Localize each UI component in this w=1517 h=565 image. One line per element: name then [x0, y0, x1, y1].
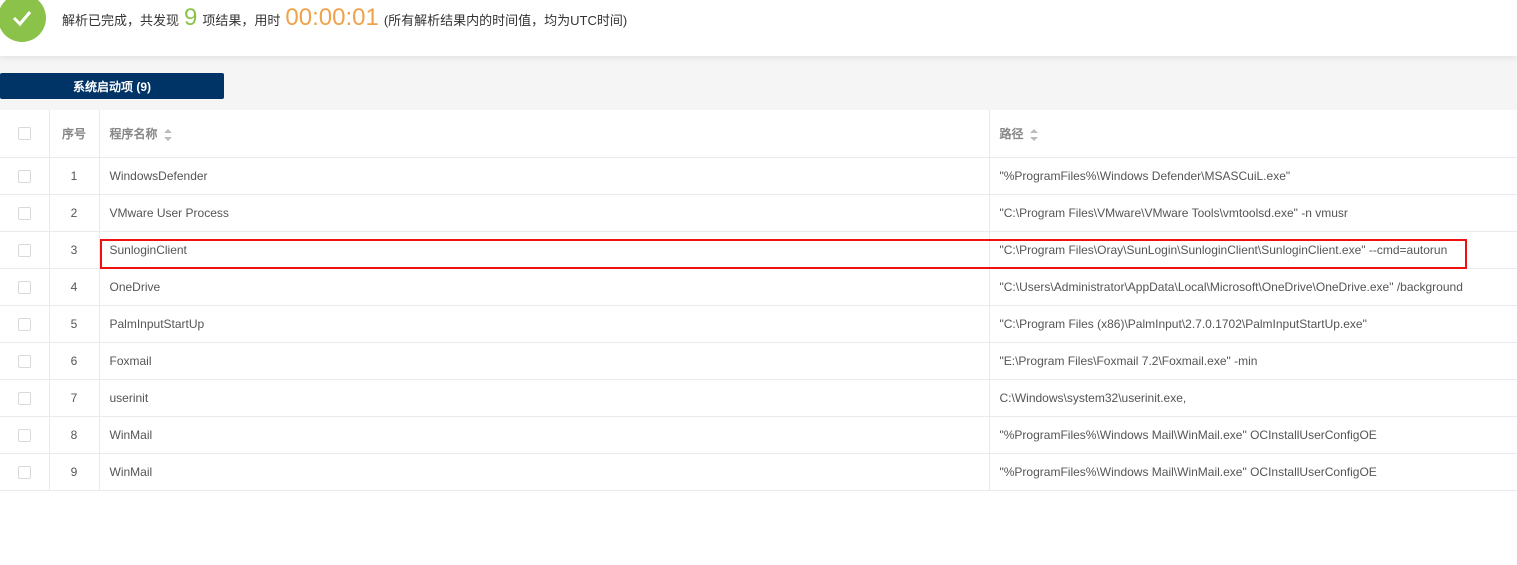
select-all-checkbox[interactable]	[17, 127, 31, 141]
header-index: 序号	[49, 110, 100, 158]
tab-bar: 系统启动项 (9)	[0, 56, 1517, 110]
row-checkbox[interactable]	[17, 169, 31, 183]
row-path: "C:\Users\Administrator\AppData\Local\Mi…	[989, 268, 1517, 306]
header-path[interactable]: 路径	[989, 110, 1517, 158]
table-header-row: 序号 程序名称 路径	[0, 110, 1517, 158]
row-index: 6	[49, 342, 100, 380]
row-checkbox[interactable]	[17, 243, 31, 257]
row-index: 8	[49, 416, 100, 454]
row-path: "%ProgramFiles%\Windows Defender\MSASCui…	[989, 157, 1517, 195]
row-name: WindowsDefender	[99, 157, 990, 195]
table-row[interactable]: 3 SunloginClient "C:\Program Files\Oray\…	[0, 231, 1517, 269]
header-path-label: 路径	[999, 126, 1024, 141]
row-index: 5	[49, 305, 100, 343]
row-path: "%ProgramFiles%\Windows Mail\WinMail.exe…	[989, 416, 1517, 454]
row-checkbox[interactable]	[17, 206, 31, 220]
row-name: WinMail	[99, 453, 990, 491]
table-row[interactable]: 8 WinMail "%ProgramFiles%\Windows Mail\W…	[0, 416, 1517, 454]
row-path: "C:\Program Files\VMware\VMware Tools\vm…	[989, 194, 1517, 232]
row-index: 1	[49, 157, 100, 195]
row-name: OneDrive	[99, 268, 990, 306]
row-index: 7	[49, 379, 100, 417]
row-name: userinit	[99, 379, 990, 417]
table-row[interactable]: 6 Foxmail "E:\Program Files\Foxmail 7.2\…	[0, 342, 1517, 380]
row-index: 4	[49, 268, 100, 306]
sort-icon[interactable]	[1029, 128, 1038, 141]
row-path: "C:\Program Files\Oray\SunLogin\Sunlogin…	[989, 231, 1517, 269]
header-name-label: 程序名称	[109, 126, 158, 141]
status-prefix: 解析已完成，共发现	[62, 13, 180, 28]
status-mid: 项结果，用时	[202, 13, 281, 28]
row-checkbox[interactable]	[17, 465, 31, 479]
row-checkbox[interactable]	[17, 280, 31, 294]
table-row[interactable]: 1 WindowsDefender "%ProgramFiles%\Window…	[0, 157, 1517, 195]
row-index: 3	[49, 231, 100, 269]
row-path: "%ProgramFiles%\Windows Mail\WinMail.exe…	[989, 453, 1517, 491]
table-row[interactable]: 7 userinit C:\Windows\system32\userinit.…	[0, 379, 1517, 417]
row-checkbox[interactable]	[17, 428, 31, 442]
check-icon	[0, 0, 46, 42]
row-index: 9	[49, 453, 100, 491]
row-path: "C:\Program Files (x86)\PalmInput\2.7.0.…	[989, 305, 1517, 343]
result-count: 9	[184, 4, 198, 31]
row-checkbox[interactable]	[17, 354, 31, 368]
startup-table: 序号 程序名称 路径 1 WindowsDefender "%ProgramFi…	[0, 110, 1517, 491]
sort-icon[interactable]	[163, 128, 172, 141]
header-name[interactable]: 程序名称	[99, 110, 990, 158]
row-checkbox[interactable]	[17, 391, 31, 405]
row-name: SunloginClient	[99, 231, 990, 269]
row-path: "E:\Program Files\Foxmail 7.2\Foxmail.ex…	[989, 342, 1517, 380]
table-row[interactable]: 5 PalmInputStartUp "C:\Program Files (x8…	[0, 305, 1517, 343]
row-index: 2	[49, 194, 100, 232]
status-message: 解析已完成，共发现 9 项结果，用时 00:00:01 (所有解析结果内的时间值…	[62, 4, 627, 32]
row-path: C:\Windows\system32\userinit.exe,	[989, 379, 1517, 417]
row-name: PalmInputStartUp	[99, 305, 990, 343]
table-row[interactable]: 9 WinMail "%ProgramFiles%\Windows Mail\W…	[0, 453, 1517, 491]
row-checkbox[interactable]	[17, 317, 31, 331]
row-name: VMware User Process	[99, 194, 990, 232]
table-row[interactable]: 4 OneDrive "C:\Users\Administrator\AppDa…	[0, 268, 1517, 306]
table-row[interactable]: 2 VMware User Process "C:\Program Files\…	[0, 194, 1517, 232]
tab-startup-items[interactable]: 系统启动项 (9)	[0, 73, 224, 99]
utc-note: (所有解析结果内的时间值，均为UTC时间)	[383, 13, 628, 28]
row-name: Foxmail	[99, 342, 990, 380]
elapsed-time: 00:00:01	[285, 4, 379, 31]
status-header: 解析已完成，共发现 9 项结果，用时 00:00:01 (所有解析结果内的时间值…	[0, 0, 1517, 56]
row-name: WinMail	[99, 416, 990, 454]
